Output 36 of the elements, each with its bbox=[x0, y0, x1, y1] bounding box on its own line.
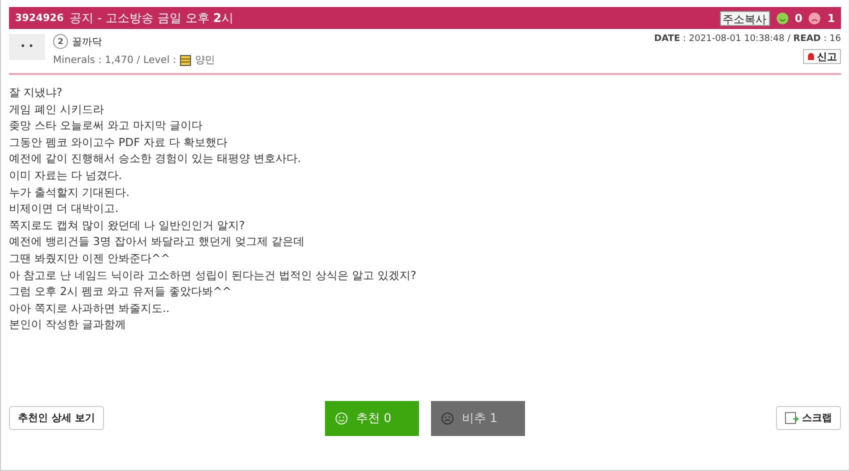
post-text-line: 비제이면 더 대박이고. bbox=[9, 201, 120, 218]
post-text-line: 이미 자료는 다 넘겼다. bbox=[9, 168, 123, 184]
post-text-line: 쪽지로도 캡쳐 많이 왔던데 나 일반인인거 알지? bbox=[9, 218, 246, 234]
author-name[interactable]: 꿀까닥 bbox=[72, 34, 102, 48]
post-text-line: 게임 폐인 시키드라 bbox=[9, 102, 105, 118]
scrap-button[interactable]: 스크랩 bbox=[776, 406, 841, 430]
minerals-text: Minerals : 1,470 / Level : bbox=[53, 54, 176, 66]
smile-icon bbox=[334, 412, 348, 424]
like-count: 0 bbox=[794, 12, 802, 24]
post-text-line: 좆망 스타 오늘로써 와고 마지막 글이다 bbox=[9, 118, 204, 134]
date-read-text: DATE : 2021-08-01 10:38:48 / READ : 16 bbox=[654, 34, 841, 44]
post-number: 3924926 bbox=[15, 12, 64, 24]
frown-icon bbox=[440, 412, 454, 424]
avatar: • • bbox=[9, 34, 45, 60]
post-title: 공지 - 고소방송 금일 오후 2시 bbox=[70, 10, 234, 26]
frown-icon bbox=[808, 12, 822, 24]
smile-icon bbox=[776, 12, 789, 24]
post-text-line: 누가 출석할지 기대된다. bbox=[9, 184, 130, 201]
dislike-count: 1 bbox=[827, 12, 835, 24]
post-text-line: 잘 지냈냐? bbox=[9, 85, 64, 101]
level-name: 양민 bbox=[195, 54, 216, 67]
copy-address-button[interactable]: 주소복사 bbox=[720, 10, 770, 26]
post-text-line: 그땐 봐줬지만 이젠 안봐준다^^ bbox=[9, 250, 171, 267]
post-text-line: 본인이 작성한 글과함께 bbox=[9, 317, 127, 334]
post-text-line: 그럼 오후 2시 펨코 와고 유저들 좋았다봐^^ bbox=[9, 284, 232, 300]
post-text-line: 예전에 뱅리건들 3명 잡아서 봐달라고 했던게 엊그제 같은데 bbox=[9, 234, 306, 250]
post-text-line: 아 참고로 난 네임드 닉이라 고소하면 성립이 된다는건 법적인 상식은 알고 있겠지? bbox=[9, 268, 418, 284]
post-text-line: 그동안 펨코 와이고수 PDF 자료 다 확보했다 bbox=[9, 134, 228, 151]
post-text-line: 아아 쪽지로 사과하면 봐줄지도.. bbox=[9, 300, 170, 317]
voters-detail-button[interactable]: 추천인 상세 보기 bbox=[9, 406, 104, 430]
alarm-icon bbox=[807, 52, 815, 61]
level-icon bbox=[180, 54, 192, 66]
downvote-button[interactable]: 비추 1 bbox=[430, 400, 525, 436]
rank-badge: 2 bbox=[53, 34, 68, 49]
post-text-line: 예전에 같이 진행해서 승소한 경험이 있는 태평양 변호사다. bbox=[9, 151, 302, 168]
report-button[interactable]: 신고 bbox=[803, 49, 841, 64]
